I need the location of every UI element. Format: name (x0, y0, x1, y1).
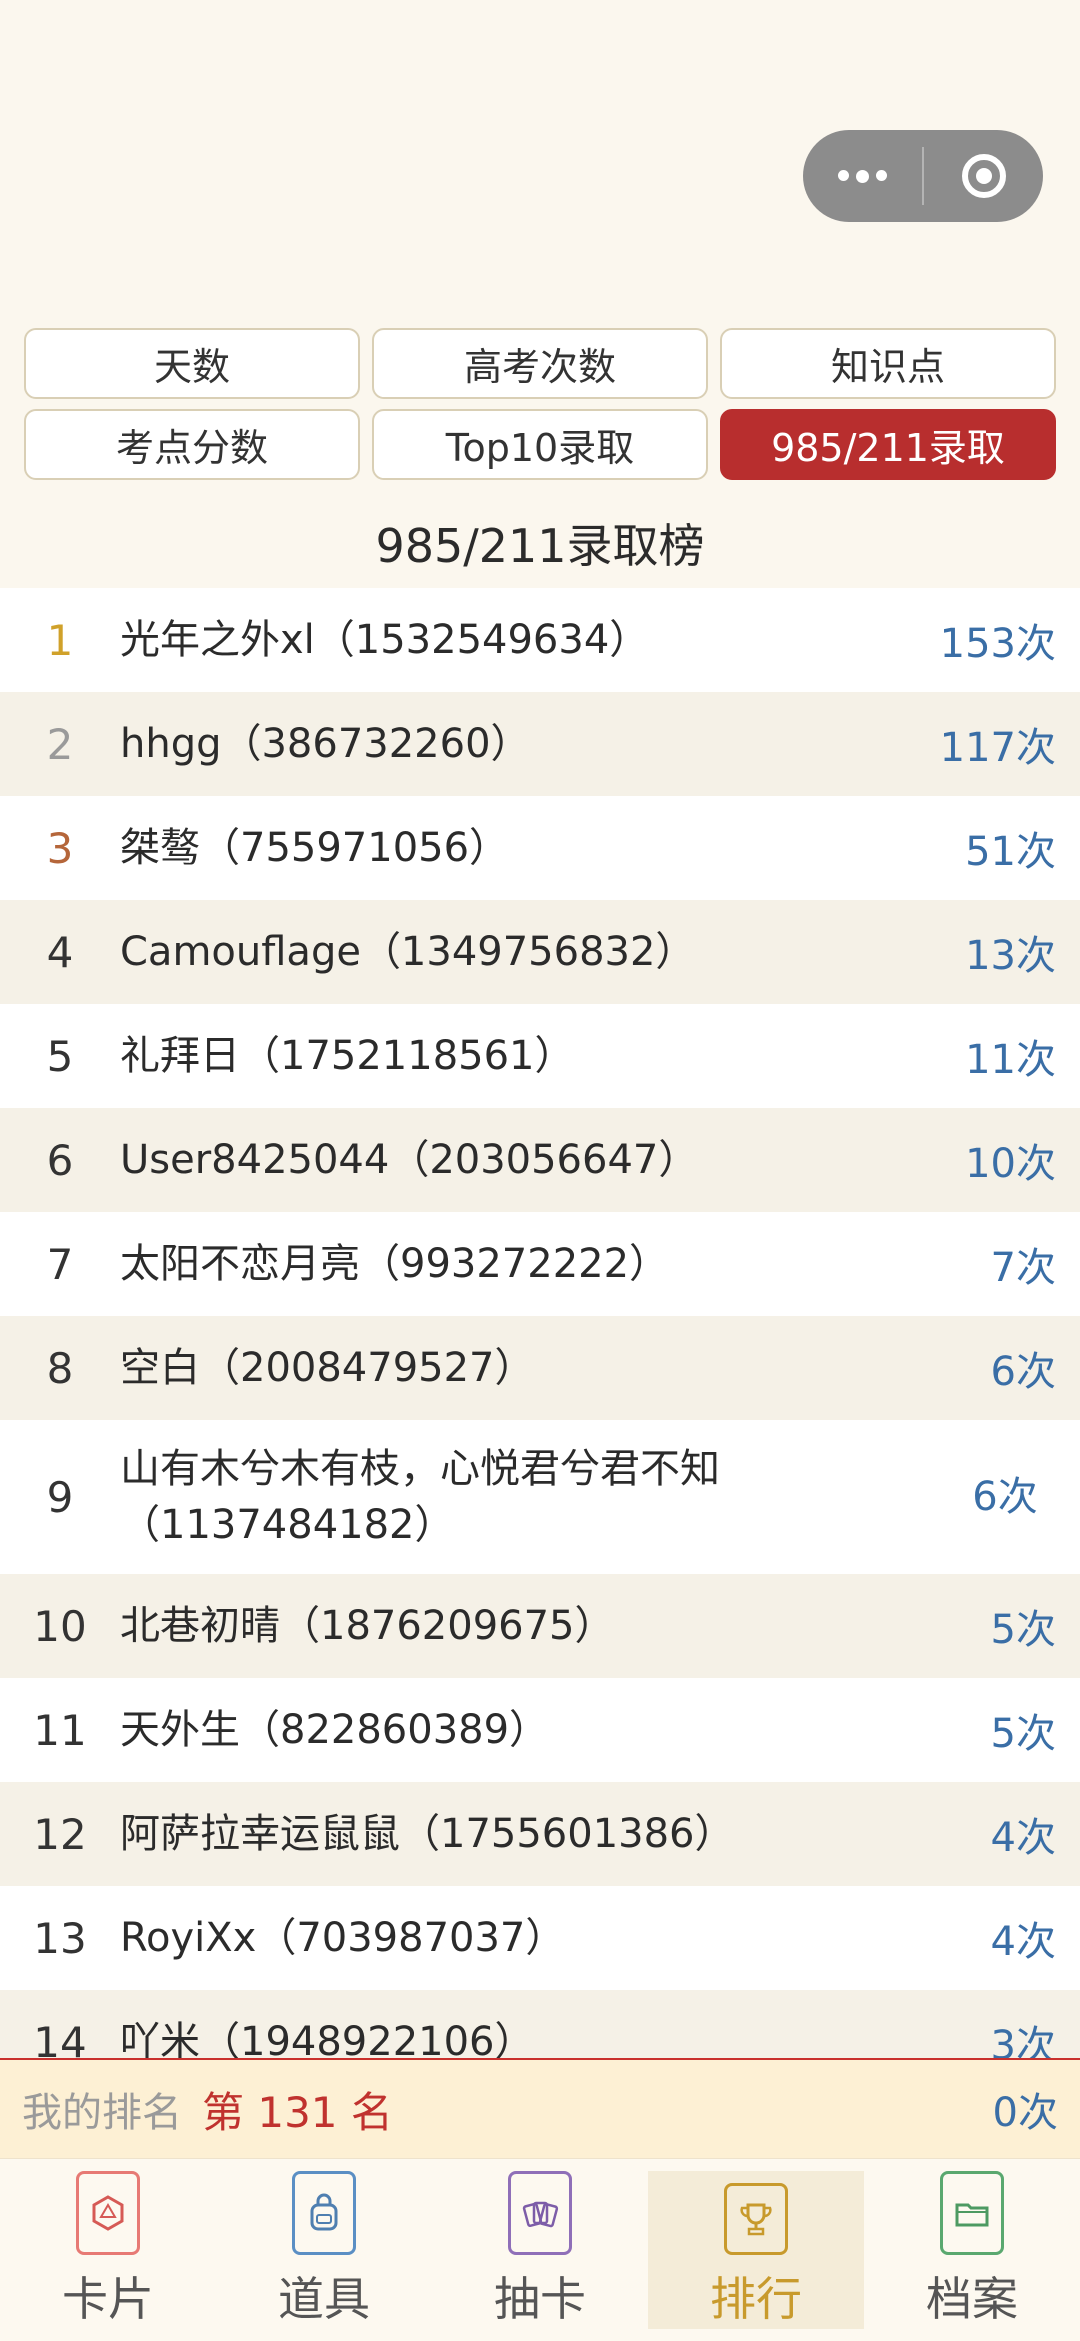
tab-top10-admission[interactable]: Top10录取 (372, 409, 708, 480)
nav-item-items[interactable]: 道具 (216, 2159, 432, 2341)
draw-cards-icon (508, 2171, 572, 2255)
user-name: 北巷初晴（1876209675） (120, 1603, 615, 1649)
table-row[interactable]: 5 礼拜日（1752118561） 11次 (0, 1004, 1080, 1108)
admission-count: 13次 (965, 933, 1056, 979)
rank-number: 2 (46, 719, 74, 769)
user-name: 阿萨拉幸运鼠鼠（1755601386） (120, 1811, 735, 1857)
bottom-nav: 卡片 道具 抽卡 排行 档案 (0, 2158, 1080, 2341)
user-name: 空白（2008479527） (120, 1345, 535, 1391)
table-row[interactable]: 9 山有木兮木有枝，心悦君兮君不知（1137484182） 6次 (0, 1420, 1080, 1574)
nav-label-cards: 卡片 (62, 2272, 154, 2326)
user-name: User8425044（203056647） (120, 1137, 699, 1183)
nav-item-cards[interactable]: 卡片 (0, 2159, 216, 2341)
tab-days[interactable]: 天数 (24, 328, 360, 399)
rank-number: 7 (46, 1239, 74, 1289)
admission-count: 51次 (965, 829, 1056, 875)
admission-count: 11次 (965, 1037, 1056, 1083)
user-name: 光年之外xl（1532549634） (120, 617, 650, 663)
admission-count: 5次 (990, 1607, 1056, 1653)
my-rank-value: 第 131 名 (202, 2087, 393, 2137)
user-name: Camouflage（1349756832） (120, 929, 696, 975)
tab-knowledge-points[interactable]: 知识点 (720, 328, 1056, 399)
rank-number: 13 (33, 1913, 87, 1963)
admission-count: 7次 (990, 1245, 1056, 1291)
nav-label-archive: 档案 (926, 2272, 1018, 2326)
table-row[interactable]: 11 天外生（822860389） 5次 (0, 1678, 1080, 1782)
user-name: 桀骜（755971056） (120, 825, 510, 871)
nav-label-draw: 抽卡 (494, 2272, 586, 2326)
nav-item-ranking[interactable]: 排行 (648, 2171, 864, 2329)
table-row[interactable]: 7 太阳不恋月亮（993272222） 7次 (0, 1212, 1080, 1316)
nav-label-items: 道具 (278, 2272, 370, 2326)
rank-number: 6 (46, 1135, 74, 1185)
user-name: 礼拜日（1752118561） (120, 1033, 575, 1079)
close-miniprogram-button[interactable] (924, 130, 1043, 222)
rank-number: 4 (46, 927, 74, 977)
rank-number: 5 (46, 1031, 74, 1081)
user-name: 山有木兮木有枝，心悦君兮君不知（1137484182） (120, 1446, 720, 1548)
table-row[interactable]: 2 hhgg（386732260） 117次 (0, 692, 1080, 796)
ranking-tabs: 天数 高考次数 知识点 考点分数 Top10录取 985/211录取 (24, 328, 1056, 480)
table-row[interactable]: 3 桀骜（755971056） 51次 (0, 796, 1080, 900)
table-row[interactable]: 13 RoyiXx（703987037） 4次 (0, 1886, 1080, 1990)
table-row[interactable]: 12 阿萨拉幸运鼠鼠（1755601386） 4次 (0, 1782, 1080, 1886)
tab-exam-score[interactable]: 考点分数 (24, 409, 360, 480)
trophy-icon (724, 2183, 788, 2255)
table-row[interactable]: 8 空白（2008479527） 6次 (0, 1316, 1080, 1420)
rank-number: 11 (33, 1705, 87, 1755)
miniprogram-capsule (803, 130, 1043, 222)
admission-count: 117次 (939, 725, 1056, 771)
rank-number: 12 (33, 1809, 87, 1859)
target-close-icon (961, 154, 1006, 198)
table-row[interactable]: 1 光年之外xl（1532549634） 153次 (0, 588, 1080, 692)
nav-item-draw[interactable]: 抽卡 (432, 2159, 648, 2341)
table-row[interactable]: 10 北巷初晴（1876209675） 5次 (0, 1574, 1080, 1678)
admission-count: 6次 (972, 1474, 1038, 1520)
admission-count: 4次 (990, 1815, 1056, 1861)
nav-item-archive[interactable]: 档案 (864, 2159, 1080, 2341)
admission-count: 6次 (990, 1349, 1056, 1395)
admission-count: 4次 (990, 1919, 1056, 1965)
user-name: 天外生（822860389） (120, 1707, 550, 1753)
user-name: 太阳不恋月亮（993272222） (120, 1241, 670, 1287)
table-row[interactable]: 6 User8425044（203056647） 10次 (0, 1108, 1080, 1212)
user-name: RoyiXx（703987037） (120, 1915, 566, 1961)
admission-count: 153次 (939, 621, 1056, 667)
tab-exam-count[interactable]: 高考次数 (372, 328, 708, 399)
user-name: hhgg（386732260） (120, 721, 531, 767)
table-row[interactable]: 4 Camouflage（1349756832） 13次 (0, 900, 1080, 1004)
admission-count: 10次 (965, 1141, 1056, 1187)
tab-985-211-admission[interactable]: 985/211录取 (720, 409, 1056, 480)
card-icon (76, 2171, 140, 2255)
my-rank-label: 我的排名 (22, 2090, 182, 2136)
rank-number: 9 (46, 1472, 74, 1522)
folder-icon (940, 2171, 1004, 2255)
more-dots-icon (838, 169, 887, 183)
board-title: 985/211录取榜 (375, 519, 705, 573)
nav-label-ranking: 排行 (710, 2272, 802, 2326)
rank-number: 3 (46, 823, 74, 873)
backpack-icon (292, 2171, 356, 2255)
rank-number: 10 (33, 1601, 87, 1651)
my-rank-count: 0次 (992, 2090, 1058, 2136)
my-rank-bar: 我的排名 第 131 名 0次 (0, 2058, 1080, 2158)
admission-count: 5次 (990, 1711, 1056, 1757)
rank-number: 1 (46, 615, 74, 665)
rank-number: 8 (46, 1343, 74, 1393)
ranking-list[interactable]: 1 光年之外xl（1532549634） 153次 2 hhgg（3867322… (0, 588, 1080, 2094)
more-menu-button[interactable] (803, 130, 922, 222)
